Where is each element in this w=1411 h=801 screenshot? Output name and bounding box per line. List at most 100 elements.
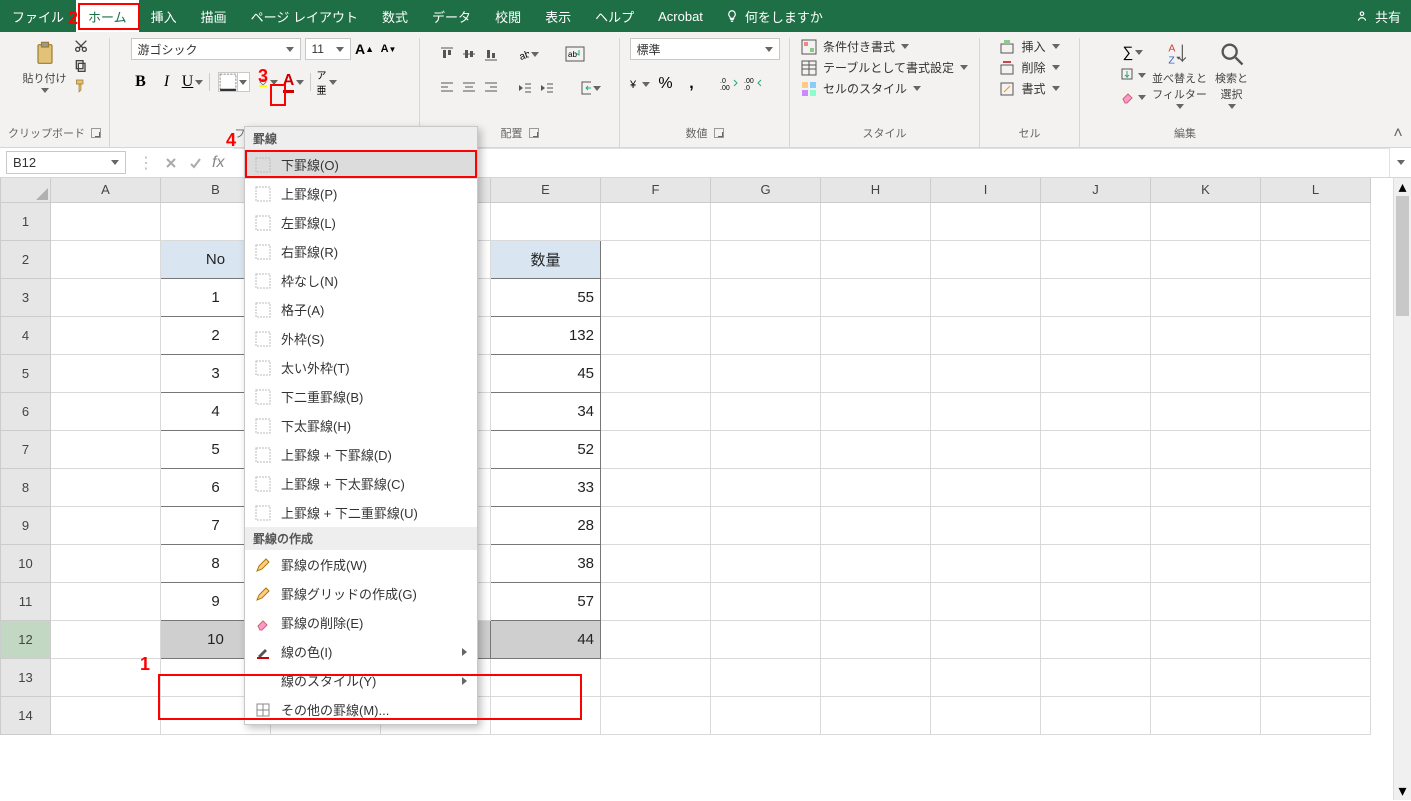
cell-E7[interactable]: 52	[491, 430, 601, 468]
tab-home[interactable]: ホーム	[76, 0, 139, 32]
cell-H5[interactable]	[821, 354, 931, 392]
border-menu-item-0[interactable]: 下罫線(O)	[245, 150, 477, 179]
cell-K11[interactable]	[1151, 582, 1261, 620]
column-header-A[interactable]: A	[51, 178, 161, 202]
cell-A9[interactable]	[51, 506, 161, 544]
align-top-icon[interactable]	[439, 46, 455, 62]
column-header-F[interactable]: F	[601, 178, 711, 202]
cell-I13[interactable]	[931, 658, 1041, 696]
cell-I14[interactable]	[931, 696, 1041, 734]
align-center-icon[interactable]	[461, 80, 477, 96]
cell-K9[interactable]	[1151, 506, 1261, 544]
increase-decimal-icon[interactable]: .0.00	[720, 77, 738, 91]
border-menu-item-11[interactable]: 上罫線 + 下太罫線(C)	[245, 469, 477, 498]
cell-F4[interactable]	[601, 316, 711, 354]
worksheet-grid[interactable]: ABCDEFGHIJKL12No数量3155421325345643475528…	[0, 178, 1411, 735]
cell-I7[interactable]	[931, 430, 1041, 468]
border-menu-item-8[interactable]: 下二重罫線(B)	[245, 382, 477, 411]
cell-L14[interactable]	[1261, 696, 1371, 734]
cell-L10[interactable]	[1261, 544, 1371, 582]
cancel-icon[interactable]	[164, 156, 178, 170]
row-header-10[interactable]: 10	[1, 544, 51, 582]
underline-button[interactable]: U	[183, 72, 203, 92]
cell-G7[interactable]	[711, 430, 821, 468]
cell-K13[interactable]	[1151, 658, 1261, 696]
cell-E8[interactable]: 33	[491, 468, 601, 506]
cell-K5[interactable]	[1151, 354, 1261, 392]
cell-J4[interactable]	[1041, 316, 1151, 354]
cell-L8[interactable]	[1261, 468, 1371, 506]
row-header-9[interactable]: 9	[1, 506, 51, 544]
border-menu-draw-item-0[interactable]: 罫線の作成(W)	[245, 550, 477, 579]
column-header-E[interactable]: E	[491, 178, 601, 202]
border-menu-item-7[interactable]: 太い外枠(T)	[245, 353, 477, 382]
cell-L7[interactable]	[1261, 430, 1371, 468]
cell-I11[interactable]	[931, 582, 1041, 620]
cell-A3[interactable]	[51, 278, 161, 316]
cell-K3[interactable]	[1151, 278, 1261, 316]
scroll-thumb[interactable]	[1396, 196, 1409, 316]
cell-L11[interactable]	[1261, 582, 1371, 620]
expand-formula-bar[interactable]	[1389, 148, 1411, 177]
fill-button[interactable]	[1120, 67, 1146, 83]
cell-K1[interactable]	[1151, 202, 1261, 240]
cell-E1[interactable]	[491, 202, 601, 240]
cell-I10[interactable]	[931, 544, 1041, 582]
cell-A5[interactable]	[51, 354, 161, 392]
column-header-H[interactable]: H	[821, 178, 931, 202]
italic-button[interactable]: I	[157, 72, 177, 92]
cell-J8[interactable]	[1041, 468, 1151, 506]
row-header-4[interactable]: 4	[1, 316, 51, 354]
cell-A2[interactable]	[51, 240, 161, 278]
accounting-format-button[interactable]: ¥	[630, 74, 650, 94]
percent-button[interactable]: %	[656, 74, 676, 94]
cell-E4[interactable]: 132	[491, 316, 601, 354]
row-header-14[interactable]: 14	[1, 696, 51, 734]
cell-H7[interactable]	[821, 430, 931, 468]
column-header-I[interactable]: I	[931, 178, 1041, 202]
cell-I1[interactable]	[931, 202, 1041, 240]
cell-E2[interactable]: 数量	[491, 240, 601, 278]
orientation-button[interactable]: ab	[519, 44, 539, 64]
cell-A11[interactable]	[51, 582, 161, 620]
decrease-font-icon[interactable]: A▼	[379, 39, 399, 59]
tell-me-search[interactable]: 何をしますか	[715, 0, 833, 32]
format-as-table-button[interactable]: テーブルとして書式設定	[801, 59, 968, 76]
cell-F6[interactable]	[601, 392, 711, 430]
number-format-select[interactable]: 標準	[630, 38, 780, 60]
tab-data[interactable]: データ	[420, 0, 483, 32]
bold-button[interactable]: B	[131, 72, 151, 92]
cell-E10[interactable]: 38	[491, 544, 601, 582]
row-header-1[interactable]: 1	[1, 202, 51, 240]
column-header-K[interactable]: K	[1151, 178, 1261, 202]
cell-E13[interactable]	[491, 658, 601, 696]
cell-H3[interactable]	[821, 278, 931, 316]
wrap-text-icon[interactable]: ab	[565, 46, 585, 62]
cell-F1[interactable]	[601, 202, 711, 240]
border-menu-item-1[interactable]: 上罫線(P)	[245, 179, 477, 208]
cell-A1[interactable]	[51, 202, 161, 240]
cell-E14[interactable]	[491, 696, 601, 734]
cell-F10[interactable]	[601, 544, 711, 582]
name-box[interactable]: B12	[6, 151, 126, 174]
phonetic-button[interactable]: ア亜	[317, 72, 337, 92]
align-middle-icon[interactable]	[461, 46, 477, 62]
cell-K2[interactable]	[1151, 240, 1261, 278]
border-menu-draw-item-1[interactable]: 罫線グリッドの作成(G)	[245, 579, 477, 608]
cell-K12[interactable]	[1151, 620, 1261, 658]
cell-F12[interactable]	[601, 620, 711, 658]
cell-F7[interactable]	[601, 430, 711, 468]
cell-L9[interactable]	[1261, 506, 1371, 544]
font-name-select[interactable]: 游ゴシック	[131, 38, 301, 60]
cell-L12[interactable]	[1261, 620, 1371, 658]
cell-J5[interactable]	[1041, 354, 1151, 392]
cell-I2[interactable]	[931, 240, 1041, 278]
cell-G10[interactable]	[711, 544, 821, 582]
merge-cells-button[interactable]	[581, 78, 601, 98]
clipboard-dialog-launch[interactable]	[91, 128, 101, 138]
cell-G9[interactable]	[711, 506, 821, 544]
cell-styles-button[interactable]: セルのスタイル	[801, 80, 968, 97]
cell-A7[interactable]	[51, 430, 161, 468]
cell-I6[interactable]	[931, 392, 1041, 430]
increase-indent-icon[interactable]	[539, 80, 555, 96]
